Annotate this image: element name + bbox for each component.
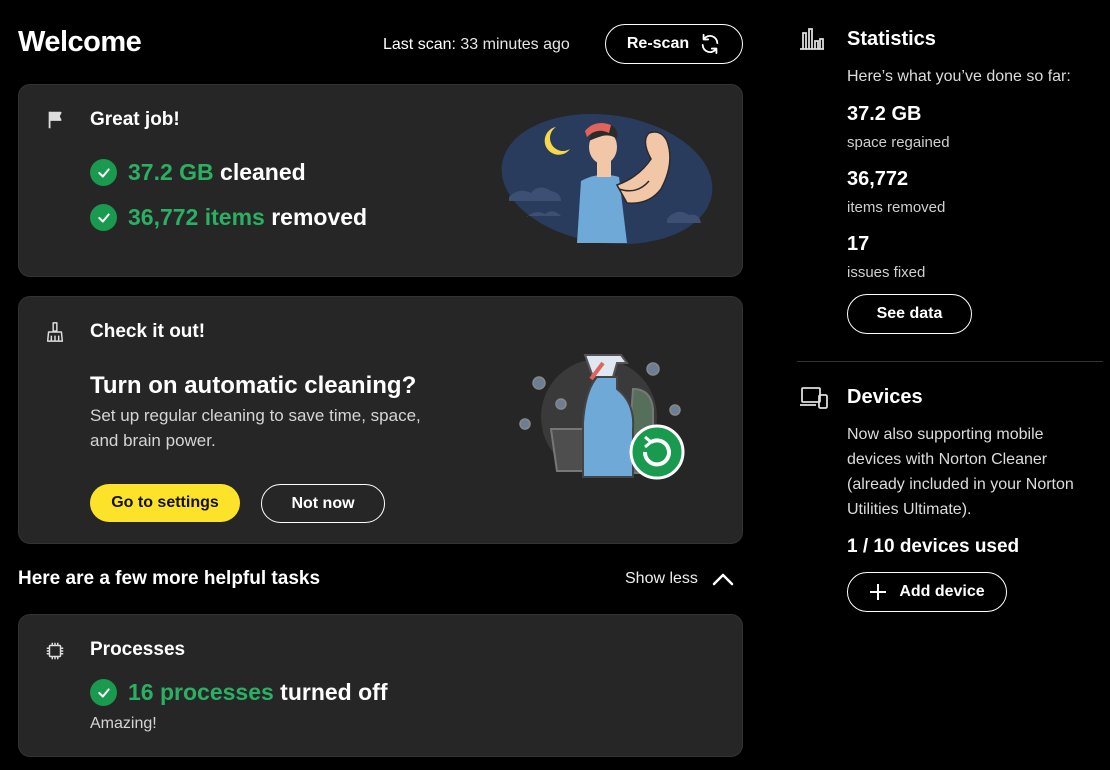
show-less-toggle[interactable]: Show less: [625, 570, 734, 588]
devices-description: Now also supporting mobile devices with …: [847, 422, 1074, 522]
last-scan-status: Last scan: 33 minutes ago: [383, 36, 570, 54]
see-data-button[interactable]: See data: [847, 294, 972, 334]
results-card-title: Great job!: [90, 109, 180, 130]
not-now-button[interactable]: Not now: [261, 484, 385, 523]
rescan-label: Re-scan: [626, 35, 690, 52]
promo-card-title: Check it out!: [90, 321, 206, 342]
flag-icon: [48, 111, 62, 129]
go-to-settings-button[interactable]: Go to settings: [90, 484, 240, 522]
processes-result: 16 processes turned off: [90, 679, 387, 706]
stat-label: issues fixed: [847, 264, 926, 281]
processes-highlight: 16 processes: [128, 679, 274, 705]
chevron-up-icon: [712, 573, 734, 586]
plus-icon: [870, 584, 887, 600]
last-scan-value: 33 minutes ago: [460, 36, 570, 53]
statistics-intro: Here’s what you’ve done so far:: [847, 68, 1071, 85]
rescan-button[interactable]: Re-scan: [605, 24, 743, 64]
chip-icon: [46, 642, 64, 660]
processes-card-title: Processes: [90, 639, 186, 660]
result-highlight: 37.2 GB: [128, 159, 214, 185]
refresh-icon: [701, 33, 719, 55]
processes-text: turned off: [280, 679, 388, 705]
devices-title: Devices: [847, 386, 923, 408]
statistics-title: Statistics: [847, 28, 936, 50]
promo-description-line: and brain power.: [90, 431, 216, 450]
promo-question: Turn on automatic cleaning?: [90, 372, 417, 399]
strong-woman-illustration: [501, 113, 713, 245]
promo-card: Check it out! Turn on automatic cleaning…: [18, 296, 743, 544]
stat-value: 17: [847, 233, 870, 255]
page-title: Welcome: [18, 26, 142, 58]
processes-note: Amazing!: [90, 715, 157, 732]
last-scan-key: Last scan:: [383, 36, 456, 53]
statistics-icon: [800, 28, 824, 50]
processes-card: Processes 16 processes turned off Amazin…: [18, 614, 743, 757]
result-text: cleaned: [220, 159, 306, 185]
stat-label: space regained: [847, 134, 950, 151]
devices-description-line: (already included in your Norton: [847, 476, 1074, 493]
broom-icon: [46, 322, 64, 342]
devices-used: 1 / 10 devices used: [847, 536, 1020, 557]
devices-icon: [800, 387, 828, 409]
result-highlight: 36,772 items: [128, 204, 265, 230]
show-less-label: Show less: [625, 570, 698, 587]
check-circle-icon: [90, 679, 117, 706]
results-card: Great job! 37.2 GB cleaned 36,772 items …: [18, 84, 743, 277]
result-item-cleaned: 37.2 GB cleaned: [90, 159, 306, 186]
devices-description-line: Now also supporting mobile: [847, 426, 1044, 443]
tasks-heading: Here are a few more helpful tasks: [18, 568, 321, 589]
stat-value: 36,772: [847, 168, 909, 190]
add-device-label: Add device: [899, 583, 985, 600]
add-device-button[interactable]: Add device: [847, 572, 1007, 612]
stat-value: 37.2 GB: [847, 103, 922, 125]
devices-description-line: Utilities Ultimate).: [847, 501, 972, 518]
stat-label: items removed: [847, 199, 946, 216]
section-divider: [797, 361, 1103, 362]
result-text: removed: [271, 204, 368, 230]
devices-description-line: devices with Norton Cleaner: [847, 451, 1048, 468]
cleaning-spray-illustration: [519, 354, 685, 480]
check-circle-icon: [90, 204, 117, 231]
result-item-removed: 36,772 items removed: [90, 204, 367, 231]
promo-description: Set up regular cleaning to save time, sp…: [90, 403, 421, 453]
promo-description-line: Set up regular cleaning to save time, sp…: [90, 406, 421, 425]
check-circle-icon: [90, 159, 117, 186]
